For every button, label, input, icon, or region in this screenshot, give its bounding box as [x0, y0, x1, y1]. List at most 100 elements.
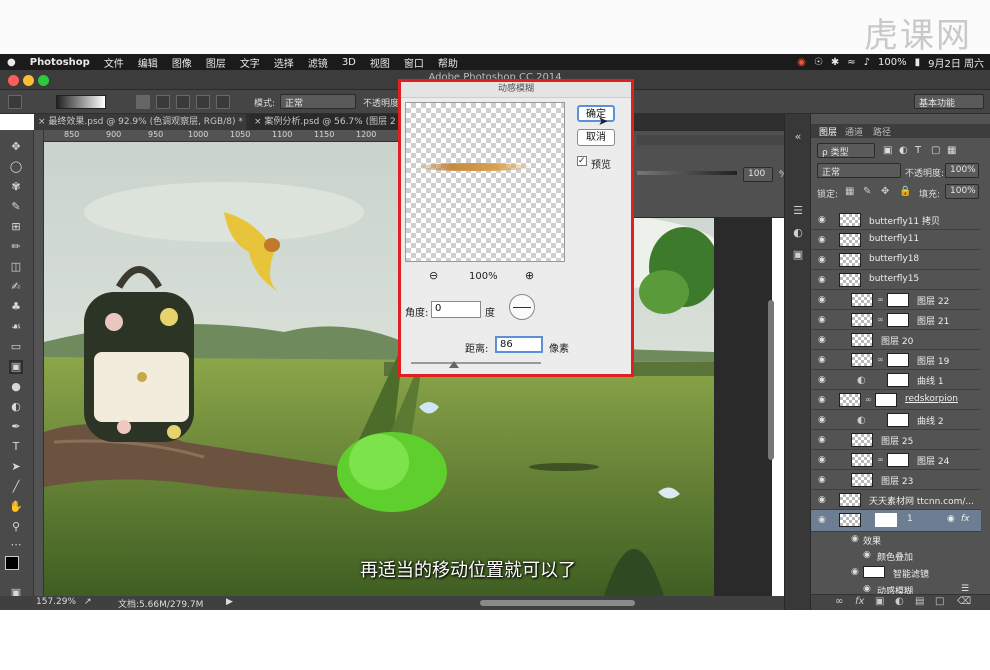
layer-mask-thumbnail[interactable]	[887, 353, 909, 367]
visibility-eye-icon[interactable]: ◉	[818, 475, 826, 485]
layer-row[interactable]: ◉ ◐ 曲线 1	[811, 370, 981, 390]
healing-tool-icon[interactable]: ◫	[9, 260, 23, 274]
lasso-tool-icon[interactable]: ✾	[9, 180, 23, 194]
props-opacity-input[interactable]: 100	[743, 167, 773, 182]
diamond-gradient-icon[interactable]	[216, 95, 230, 109]
lock-transparency-icon[interactable]: ▦	[845, 186, 854, 197]
creative-cloud-icon[interactable]: ☉	[814, 57, 823, 68]
filter-type-icon[interactable]: T	[915, 145, 921, 156]
angle-gradient-icon[interactable]	[176, 95, 190, 109]
menu-file[interactable]: 文件	[97, 55, 131, 70]
gradient-swatch[interactable]	[56, 95, 106, 109]
visibility-eye-icon[interactable]: ◉	[818, 295, 826, 305]
new-layer-icon[interactable]: □	[935, 596, 944, 607]
marquee-tool-icon[interactable]: ◯	[9, 160, 23, 174]
layer-row[interactable]: ◉ ∞ 图层 21	[811, 310, 981, 330]
visibility-eye-icon[interactable]: ◉	[818, 355, 826, 365]
zoom-level[interactable]: 157.29%	[36, 597, 76, 607]
smart-filter-mask[interactable]	[863, 566, 885, 578]
menu-image[interactable]: 图像	[165, 55, 199, 70]
layer-mask-thumbnail[interactable]	[875, 513, 897, 527]
effects-row[interactable]: ◉ 效果	[811, 532, 981, 548]
fx-icon[interactable]: fx	[961, 514, 970, 524]
layer-row[interactable]: ◉ ∞ redskorpion	[811, 390, 981, 410]
menu-edit[interactable]: 编辑	[131, 55, 165, 70]
visibility-eye-icon[interactable]: ◉	[818, 435, 826, 445]
layer-kind-filter[interactable]: ρ 类型	[817, 143, 875, 158]
distance-input[interactable]: 86	[495, 336, 543, 353]
tab-final-effect[interactable]: × 最终效果.psd @ 92.9% (色调观察层, RGB/8) *	[34, 114, 246, 130]
preview-checkbox[interactable]: ✓	[577, 156, 587, 166]
angle-dial[interactable]	[509, 294, 535, 320]
layer-row[interactable]: ◉ ∞ 图层 22	[811, 290, 981, 310]
menu-filter[interactable]: 滤镜	[301, 55, 335, 70]
collapse-panels-icon[interactable]: «	[791, 130, 805, 144]
bluetooth-icon[interactable]: ✱	[831, 57, 839, 68]
layer-row[interactable]: ◉ butterfly15	[811, 270, 981, 290]
move-tool-icon[interactable]: ✥	[9, 140, 23, 154]
status-menu-arrow-icon[interactable]: ▶	[226, 597, 233, 607]
eraser-tool-icon[interactable]: ▭	[9, 340, 23, 354]
lock-pixels-icon[interactable]: ✎	[863, 186, 871, 197]
opacity-slider[interactable]	[637, 171, 737, 175]
hand-tool-icon[interactable]: ✋	[9, 500, 23, 514]
volume-icon[interactable]: ♪	[864, 57, 870, 68]
mask-link-icon[interactable]: ∞	[865, 395, 872, 404]
mask-link-icon[interactable]: ∞	[877, 295, 884, 304]
visibility-eye-icon[interactable]: ◉	[818, 275, 826, 285]
visibility-eye-icon[interactable]: ◉	[818, 495, 826, 505]
visibility-eye-icon[interactable]: ◉	[818, 215, 826, 225]
mask-link-icon[interactable]: ∞	[877, 315, 884, 324]
lock-all-icon[interactable]: 🔒	[899, 186, 911, 197]
history-panel-icon[interactable]: ☰	[791, 204, 805, 218]
path-select-tool-icon[interactable]: ➤	[9, 460, 23, 474]
visibility-eye-icon[interactable]: ◉	[818, 315, 826, 325]
tab-channels[interactable]: 通道	[845, 125, 863, 138]
layer-mask-thumbnail[interactable]	[887, 413, 909, 427]
dodge-tool-icon[interactable]: ◐	[9, 400, 23, 414]
layer-mask-thumbnail[interactable]	[887, 453, 909, 467]
new-adjustment-icon[interactable]: ◐	[895, 596, 904, 607]
vertical-scrollbar[interactable]	[768, 300, 774, 460]
menu-help[interactable]: 帮助	[431, 55, 465, 70]
tab-layers[interactable]: 图层	[819, 125, 837, 138]
history-brush-tool-icon[interactable]: ☙	[9, 320, 23, 334]
layer-row-selected[interactable]: ◉ 1 ◉ fx	[811, 510, 981, 532]
visibility-eye-icon[interactable]: ◉	[818, 515, 826, 525]
layer-row[interactable]: ◉ butterfly18	[811, 250, 981, 270]
filter-adjust-icon[interactable]: ◐	[899, 145, 908, 156]
horizontal-scrollbar[interactable]	[480, 600, 635, 606]
zoom-tool-icon[interactable]: ⚲	[9, 520, 23, 534]
quick-select-tool-icon[interactable]: ✎	[9, 200, 23, 214]
more-tools-icon[interactable]: ⋯	[9, 538, 23, 552]
smart-filters-row[interactable]: ◉ 智能滤镜	[811, 564, 981, 582]
motion-blur-eye-icon[interactable]: ◉	[863, 584, 871, 594]
mask-link-icon[interactable]: ∞	[877, 455, 884, 464]
blur-tool-icon[interactable]: ●	[9, 380, 23, 394]
visibility-eye-icon[interactable]: ◉	[818, 255, 826, 265]
trash-icon[interactable]: ⌫	[957, 596, 971, 607]
menu-view[interactable]: 视图	[363, 55, 397, 70]
visibility-eye-icon[interactable]: ◉	[818, 395, 826, 405]
gradient-tool-icon[interactable]: ▣	[9, 360, 23, 374]
blur-preview[interactable]	[405, 102, 565, 262]
layer-row[interactable]: ◉ 天天素材网 ttcnn.com/...	[811, 490, 981, 510]
tab-close-icon[interactable]: ×	[254, 117, 262, 127]
layer-row[interactable]: ◉ butterfly11	[811, 230, 981, 250]
gradient-tool-preset-icon[interactable]	[8, 95, 22, 109]
distance-slider-track[interactable]	[411, 362, 541, 364]
blend-mode-select[interactable]: 正常	[817, 163, 901, 178]
filter-smart-icon[interactable]: ▦	[947, 145, 956, 156]
workspace-select[interactable]: 基本功能	[914, 94, 984, 109]
menu-type[interactable]: 文字	[233, 55, 267, 70]
type-tool-icon[interactable]: T	[9, 440, 23, 454]
visibility-eye-icon[interactable]: ◉	[818, 375, 826, 385]
layer-mask-thumbnail[interactable]	[887, 293, 909, 307]
effects-eye-icon[interactable]: ◉	[851, 534, 859, 544]
tab-paths[interactable]: 路径	[873, 125, 891, 138]
ok-button[interactable]: 确定	[577, 105, 615, 122]
radial-gradient-icon[interactable]	[156, 95, 170, 109]
add-style-icon[interactable]: fx	[855, 596, 864, 607]
menu-3d[interactable]: 3D	[335, 57, 363, 68]
apple-menu-icon[interactable]: ●	[0, 57, 23, 68]
